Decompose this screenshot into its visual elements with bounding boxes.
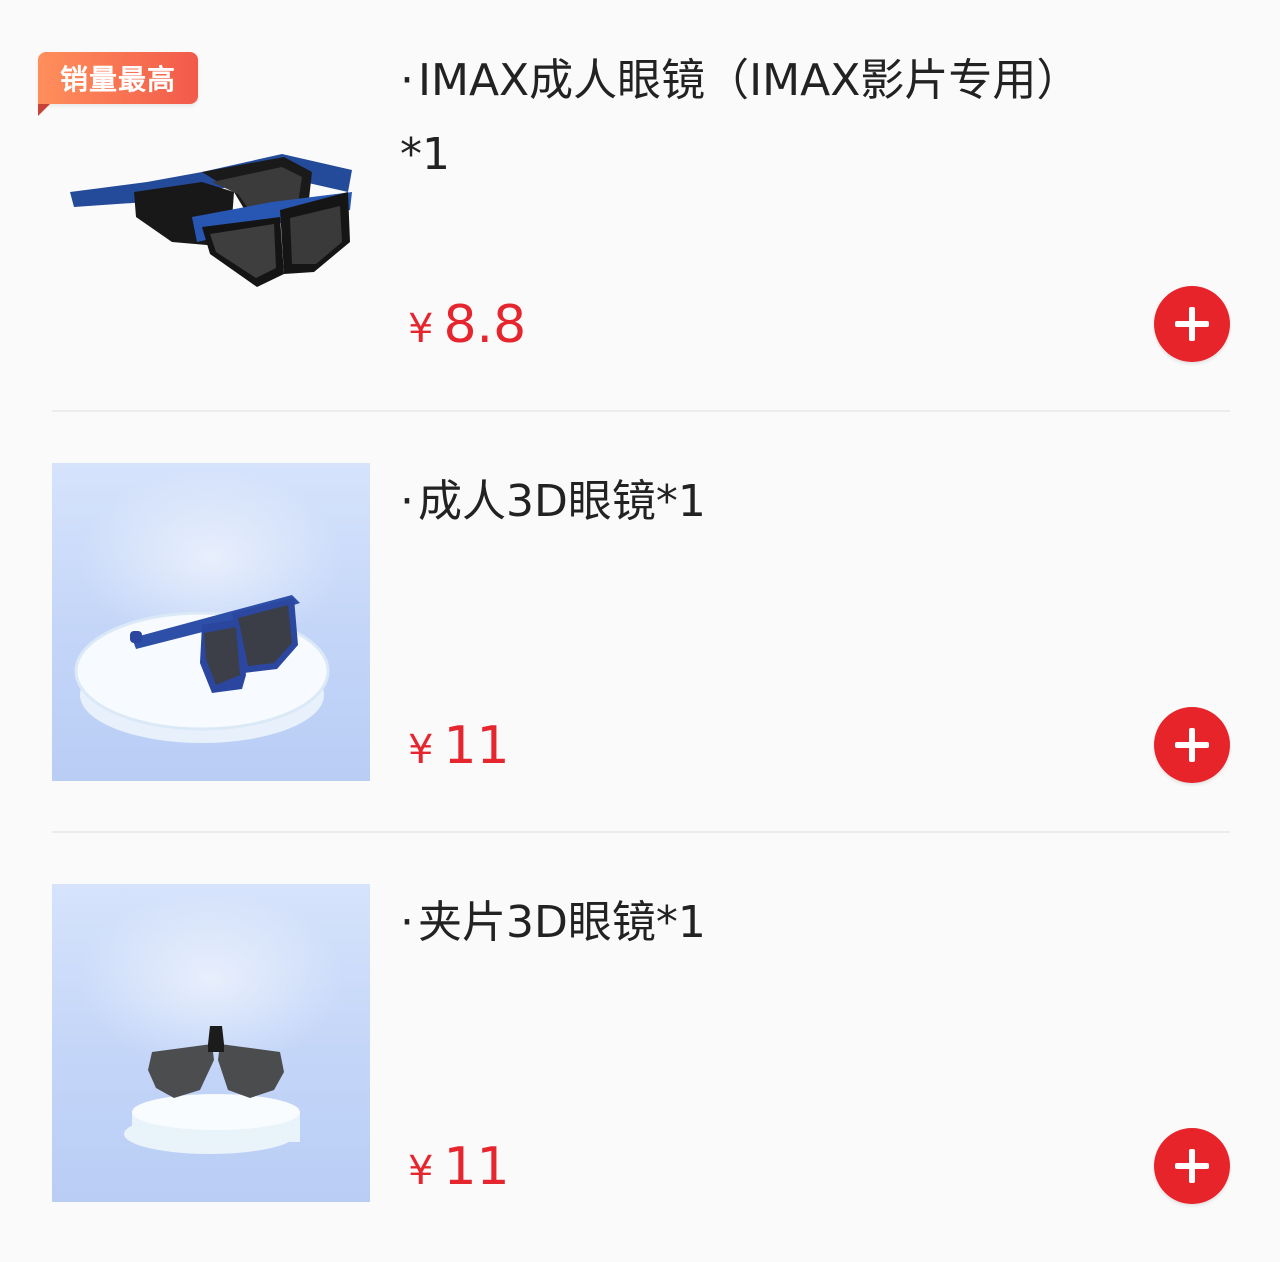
- price-amount: 11: [443, 716, 510, 776]
- product-title-text: 夹片3D眼镜*1: [418, 897, 706, 948]
- product-title[interactable]: ·IMAX成人眼镜（IMAX影片专用）*1: [400, 44, 1100, 192]
- product-price: ¥11: [408, 716, 510, 776]
- adult-3d-glasses-icon: [74, 595, 330, 743]
- product-image[interactable]: [52, 884, 370, 1202]
- product-item-adult-3d-glasses[interactable]: ·成人3D眼镜*1 ¥11: [0, 421, 1280, 841]
- price-amount: 11: [443, 1137, 510, 1197]
- currency-symbol: ¥: [408, 727, 434, 773]
- price-amount: 8.8: [443, 295, 527, 355]
- product-item-clip-on-3d-glasses[interactable]: ·夹片3D眼镜*1 ¥11: [0, 842, 1280, 1262]
- add-to-cart-button[interactable]: [1154, 286, 1230, 362]
- product-image[interactable]: [52, 463, 370, 781]
- bullet-dot: ·: [400, 897, 414, 948]
- product-price: ¥8.8: [408, 295, 526, 355]
- currency-symbol: ¥: [408, 306, 434, 352]
- product-item-imax-adult-glasses[interactable]: 销量最高 ·IMAX成人眼镜（IMAX影片专用）*1 ¥8.8: [0, 0, 1280, 420]
- product-title-text: IMAX成人眼镜（IMAX影片专用）*1: [400, 55, 1081, 180]
- badge-tail: [38, 104, 50, 116]
- product-title[interactable]: ·夹片3D眼镜*1: [400, 886, 1100, 960]
- best-seller-badge: 销量最高: [38, 52, 198, 104]
- divider: [52, 831, 1230, 833]
- currency-symbol: ¥: [408, 1148, 434, 1194]
- bullet-dot: ·: [400, 476, 414, 527]
- add-to-cart-button[interactable]: [1154, 707, 1230, 783]
- product-title[interactable]: ·成人3D眼镜*1: [400, 465, 1100, 539]
- product-title-text: 成人3D眼镜*1: [418, 476, 706, 527]
- divider: [52, 410, 1230, 412]
- add-to-cart-button[interactable]: [1154, 1128, 1230, 1204]
- clip-on-3d-glasses-icon: [124, 1026, 300, 1154]
- bullet-dot: ·: [400, 55, 414, 106]
- product-price: ¥11: [408, 1137, 510, 1197]
